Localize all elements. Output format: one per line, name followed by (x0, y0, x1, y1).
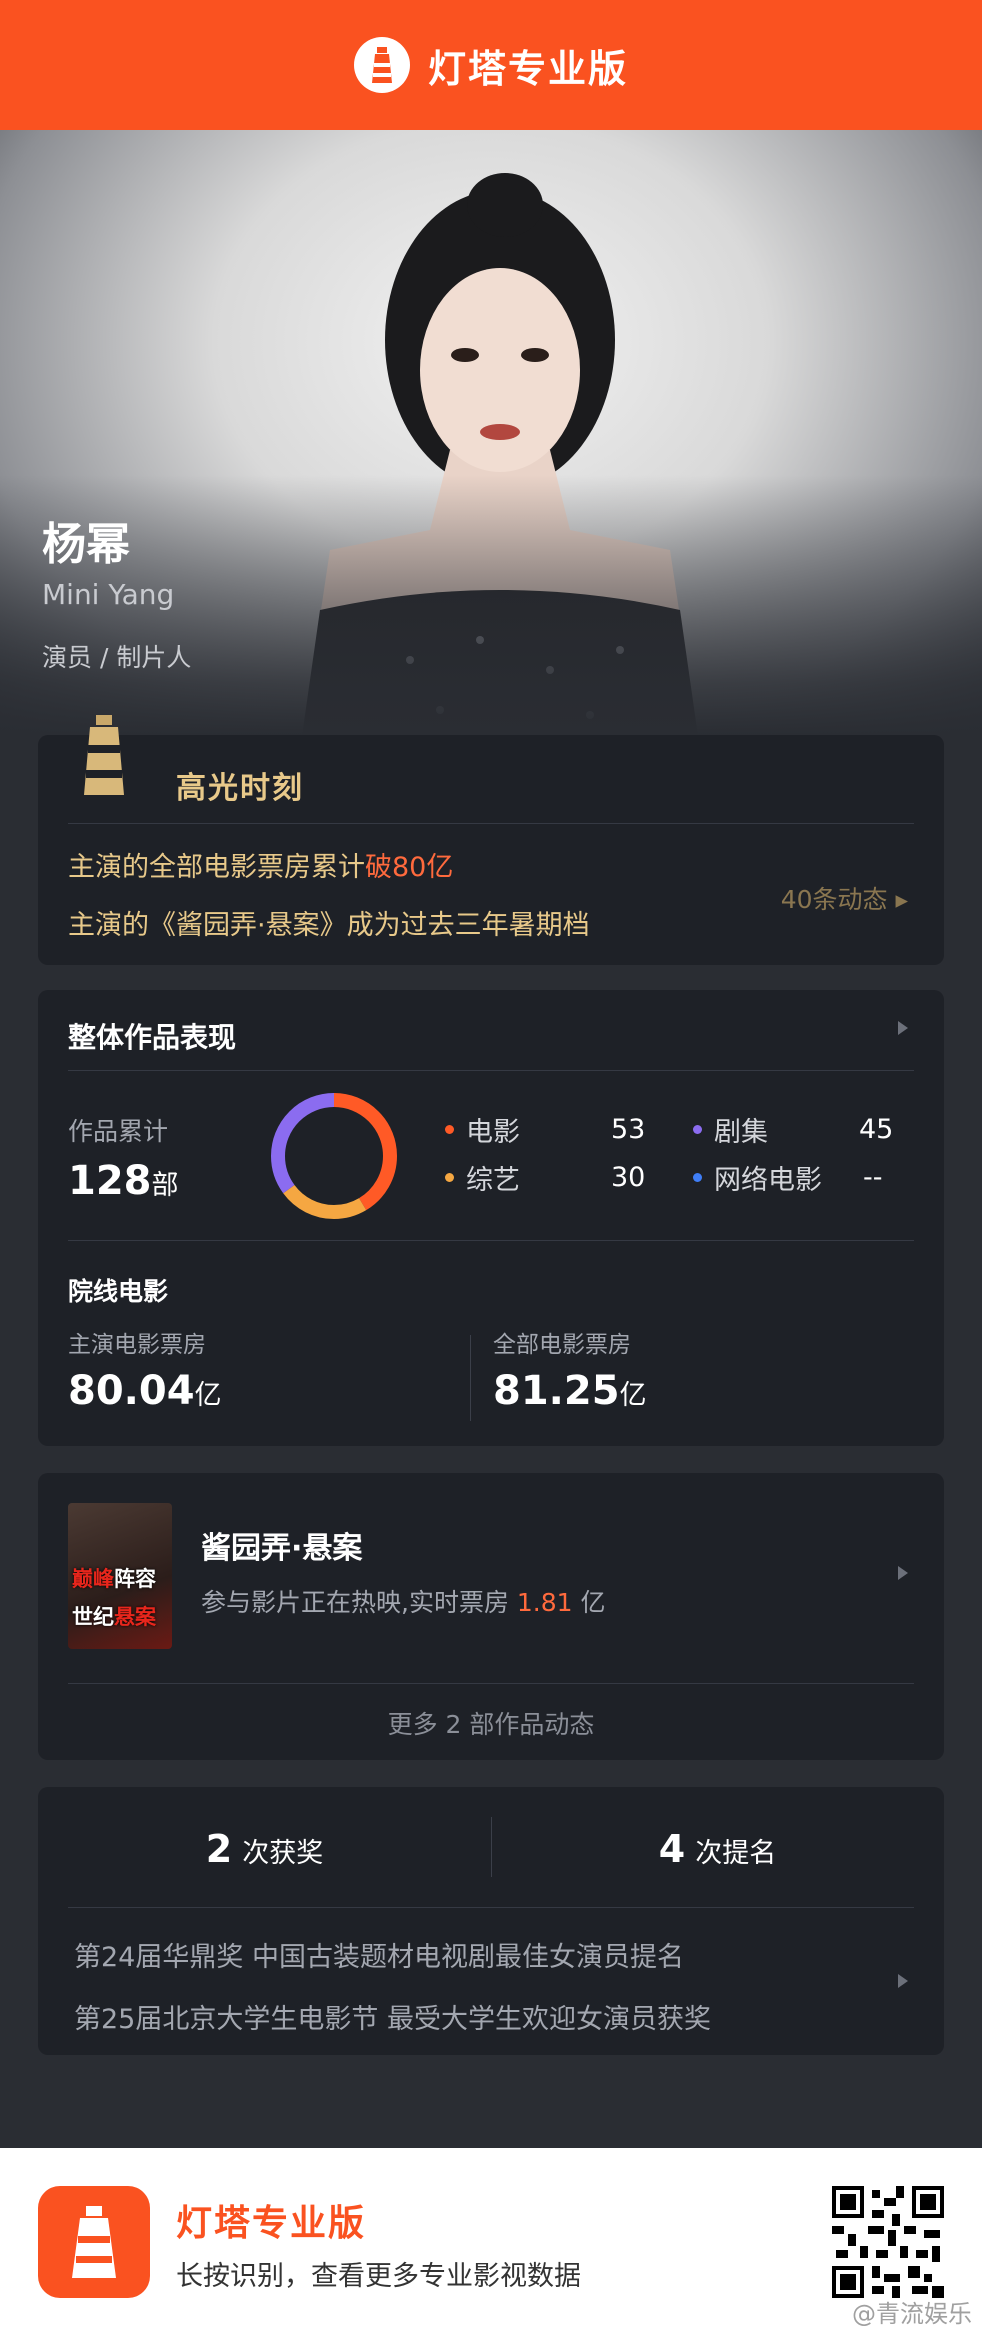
more-works-link[interactable]: 更多 2 部作品动态 (38, 1705, 944, 1741)
cumulative-label: 作品累计 (68, 1117, 169, 1146)
highlight-card[interactable]: 高光时刻 主演的全部电影票房累计破80亿 主演的《酱园弄·悬案》成为过去三年暑期… (38, 715, 944, 965)
works-donut-chart (271, 1093, 397, 1219)
legend-web-film-value: -- (863, 1162, 883, 1193)
app-title: 灯塔专业版 (427, 46, 628, 91)
watermark: @青流娱乐 (852, 2300, 972, 2328)
total-box-office-label: 全部电影票房 (493, 1332, 631, 1358)
movie-description: 参与影片正在热映,实时票房 1.81 亿 (201, 1588, 606, 1617)
awards-nominations: 4 次提名 (658, 1827, 777, 1871)
awards-wins: 2 次获奖 (205, 1827, 324, 1871)
app-promo-footer: 灯塔专业版 长按识别，查看更多专业影视数据 @青流娱乐 (0, 2148, 982, 2335)
total-box-office-value: 81.25亿 (493, 1368, 647, 1414)
lighthouse-icon (84, 715, 124, 795)
legend-variety: 综艺 (445, 1158, 520, 1197)
legend-series: 剧集 (693, 1110, 768, 1149)
awards-card[interactable]: 2 次获奖 4 次提名 第24届华鼎奖 中国古装题材电视剧最佳女演员提名 第25届北… (38, 1787, 944, 2055)
current-movie-card[interactable]: 巅峰阵容 世纪悬案 酱园弄·悬案 参与影片正在热映,实时票房 1.81 亿 更多… (38, 1473, 944, 1760)
award-row: 第25届北京大学生电影节 最受大学生欢迎女演员获奖 (74, 2004, 711, 2035)
award-row: 第24届华鼎奖 中国古装题材电视剧最佳女演员提名 (74, 1942, 684, 1973)
lighthouse-logo-icon (353, 37, 410, 93)
movie-poster[interactable]: 巅峰阵容 世纪悬案 (68, 1503, 172, 1649)
top-bar: 灯塔专业版 (0, 0, 982, 130)
profile-hero: 杨幂 Mini Yang 演员 / 制片人 (0, 130, 982, 735)
actor-name: 杨幂 (42, 519, 130, 570)
qr-code-icon[interactable] (832, 2186, 944, 2298)
cinema-film-title: 院线电影 (68, 1277, 169, 1306)
actor-roles: 演员 / 制片人 (42, 643, 192, 672)
footer-app-title: 灯塔专业版 (176, 2203, 367, 2244)
legend-variety-value: 30 (611, 1162, 646, 1193)
lead-box-office-label: 主演电影票房 (68, 1332, 206, 1358)
legend-film: 电影 (445, 1110, 520, 1149)
highlight-line-2: 主演的《酱园弄·悬案》成为过去三年暑期档 (68, 910, 590, 941)
overall-title: 整体作品表现 (68, 1021, 237, 1054)
movie-title[interactable]: 酱园弄·悬案 (201, 1523, 362, 1567)
highlight-line-1: 主演的全部电影票房累计破80亿 (68, 852, 454, 883)
app-icon (38, 2186, 150, 2298)
legend-web-film: 网络电影 (693, 1158, 822, 1197)
footer-description: 长按识别，查看更多专业影视数据 (176, 2261, 581, 2292)
chevron-right-icon[interactable] (896, 1973, 910, 1989)
actor-english-name: Mini Yang (42, 578, 175, 611)
highlight-more-link[interactable]: 40条动态 ▸ (781, 880, 908, 916)
chevron-right-icon[interactable] (896, 1020, 910, 1036)
legend-film-value: 53 (611, 1114, 646, 1145)
cumulative-value: 128部 (68, 1158, 179, 1204)
chevron-right-icon[interactable] (896, 1565, 910, 1581)
legend-series-value: 45 (859, 1114, 894, 1145)
overall-performance-card: 整体作品表现 作品累计 128部 电影 53 综艺 30 剧集 45 网络电影 … (38, 990, 944, 1446)
lead-box-office-value: 80.04亿 (68, 1368, 222, 1414)
highlight-title: 高光时刻 (176, 771, 304, 806)
